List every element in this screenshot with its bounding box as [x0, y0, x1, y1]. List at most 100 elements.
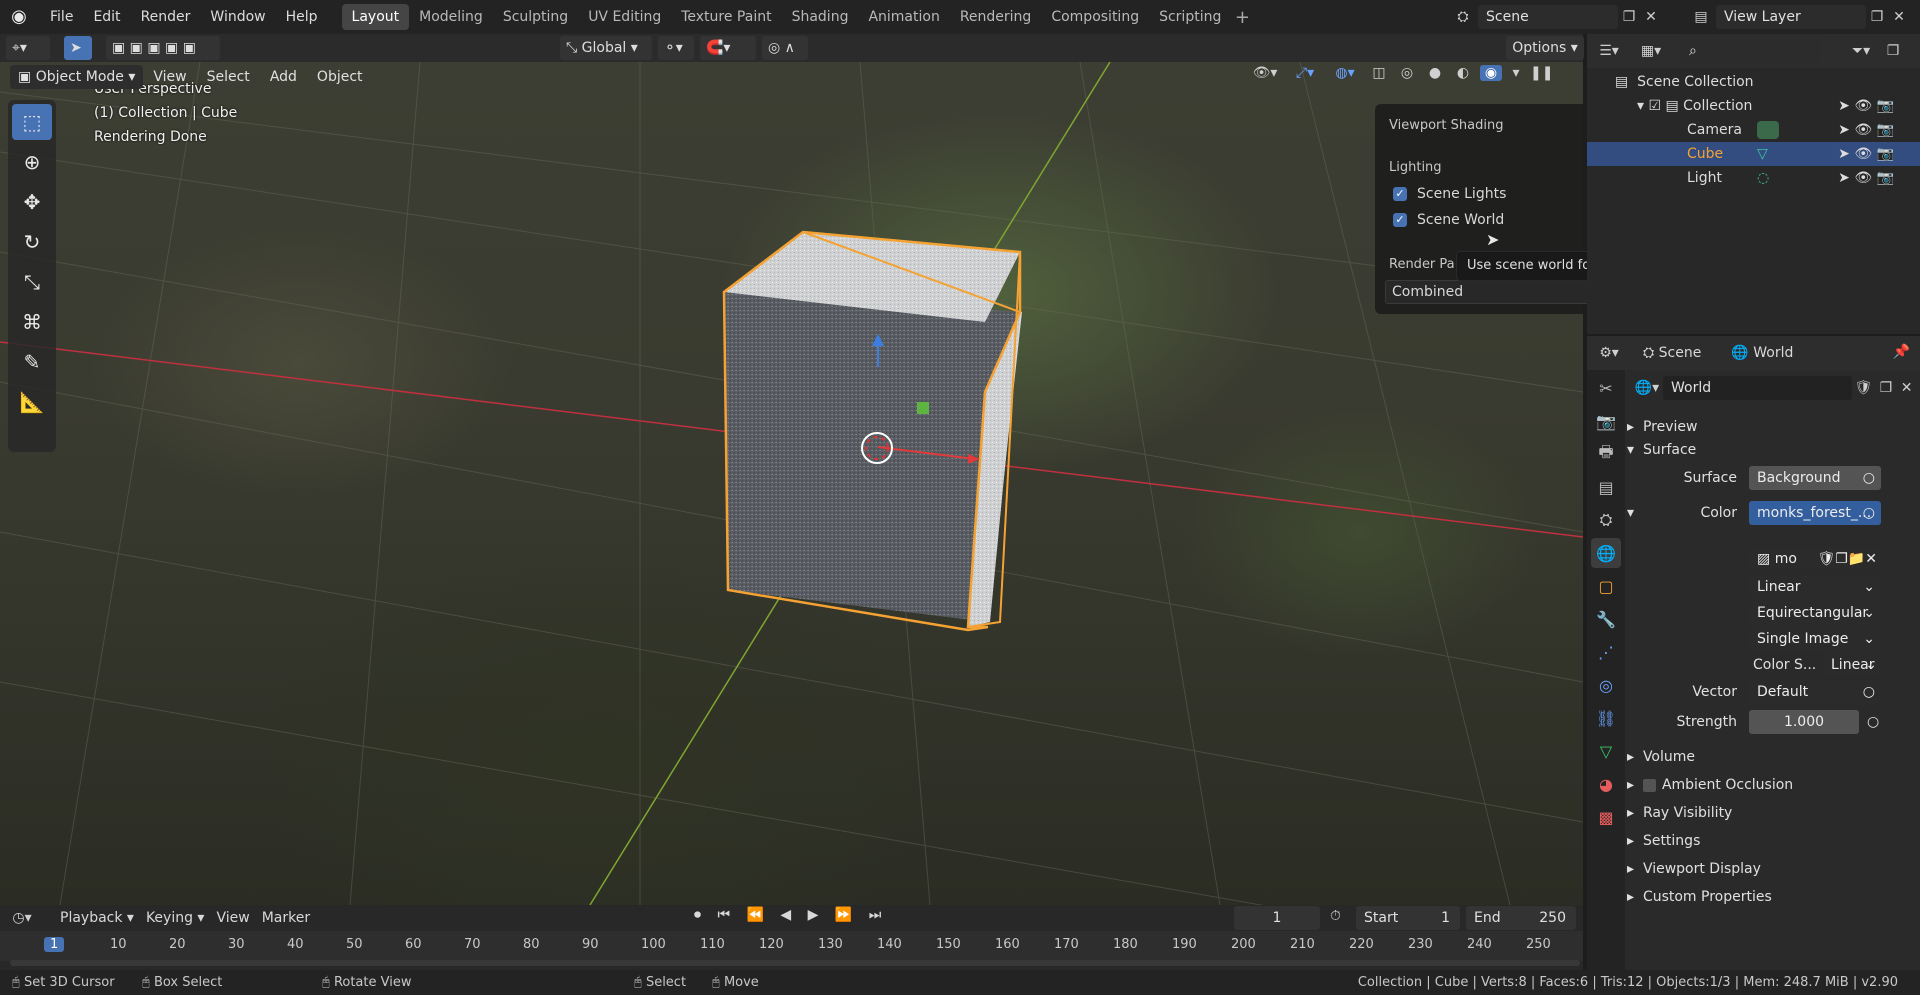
viewport-menu-add[interactable]: Add	[260, 69, 307, 85]
outliner-item-light[interactable]: Light ◌ ➤ 👁 📷	[1587, 166, 1920, 190]
blender-logo-icon[interactable]: ◉	[8, 6, 30, 28]
image-datablock-field[interactable]: ▨ mo 🛡❐📁✕	[1749, 547, 1881, 571]
strength-field[interactable]: 1.000	[1749, 710, 1859, 734]
physics-tab-icon[interactable]: ◎	[1591, 670, 1621, 700]
tab-animation[interactable]: Animation	[858, 4, 949, 30]
scene-icon[interactable]: ⛭	[1448, 9, 1478, 25]
tool-tab-icon[interactable]: ✂	[1591, 373, 1621, 403]
move-tool-icon[interactable]: ✥	[12, 184, 52, 220]
transform-orientation-select[interactable]: ⤡ Global ▾	[560, 36, 652, 60]
selection-mode-icons[interactable]: ▣ ▣ ▣ ▣ ▣	[106, 36, 220, 60]
add-workspace-icon[interactable]: +	[1231, 7, 1253, 28]
gizmo-plane-handle[interactable]	[917, 402, 929, 414]
playback-controls[interactable]: ⏺ ⏮ ⏪ ◀ ▶ ⏩ ⏭	[694, 907, 887, 923]
pause-render-icon[interactable]: ❚❚	[1530, 65, 1553, 81]
start-frame-field[interactable]: Start 1	[1356, 906, 1460, 930]
outliner-scene-collection[interactable]: ▤ Scene Collection	[1587, 70, 1920, 94]
breadcrumb-world[interactable]: 🌐 World	[1731, 345, 1793, 361]
measure-tool-icon[interactable]: 📐	[12, 384, 52, 420]
world-name-field[interactable]: World	[1662, 376, 1853, 400]
current-frame-field[interactable]: 1	[1234, 906, 1320, 930]
scene-name-field[interactable]: Scene	[1478, 5, 1618, 29]
select-tool-icon[interactable]: ➤	[64, 36, 92, 60]
restrict-icons[interactable]: ➤ 👁 📷	[1838, 142, 1894, 166]
new-scene-icon[interactable]: ❐	[1618, 9, 1640, 25]
object-tab-icon[interactable]: ▢	[1591, 571, 1621, 601]
timeline-scrollbar[interactable]	[10, 960, 1580, 966]
view-layer-icon[interactable]: ▤	[1686, 9, 1716, 25]
filter-icon[interactable]: ⏷▾	[1841, 43, 1881, 59]
view-layer-field[interactable]: View Layer	[1716, 5, 1866, 29]
world-browse-icon[interactable]: 🌐▾	[1631, 380, 1663, 396]
properties-editor-icon[interactable]: ⚙▾	[1587, 345, 1631, 361]
output-tab-icon[interactable]: 🖶	[1591, 439, 1621, 469]
scene-tab-icon[interactable]: ⛭	[1591, 505, 1621, 535]
tab-rendering[interactable]: Rendering	[950, 4, 1042, 30]
panel-custom-properties[interactable]: ▸ Custom Properties	[1627, 884, 1917, 910]
expand-icon[interactable]: ▾	[1627, 500, 1634, 526]
tab-shading[interactable]: Shading	[782, 4, 859, 30]
tab-modeling[interactable]: Modeling	[409, 4, 493, 30]
snap-icon[interactable]: 🧲▾	[700, 36, 756, 60]
menu-window[interactable]: Window	[200, 0, 275, 34]
ao-checkbox[interactable]	[1642, 778, 1656, 792]
node-socket-icon[interactable]: ○	[1867, 709, 1879, 735]
world-tab-icon[interactable]: 🌐	[1591, 538, 1621, 568]
outliner-item-collection[interactable]: ▾ ☑ ▤ Collection ➤ 👁 📷	[1587, 94, 1920, 118]
interpolation-select[interactable]: Linear ⌄	[1749, 575, 1881, 599]
outliner-editor-icon[interactable]: ☰▾	[1587, 43, 1631, 59]
tab-sculpting[interactable]: Sculpting	[493, 4, 578, 30]
duplicate-icon[interactable]: ❐	[1875, 380, 1898, 396]
tab-scripting[interactable]: Scripting	[1149, 4, 1231, 30]
end-frame-field[interactable]: End 250	[1466, 906, 1576, 930]
panel-settings[interactable]: ▸ Settings	[1627, 828, 1917, 854]
surface-shader-field[interactable]: Background ○	[1749, 466, 1881, 490]
timeline-view-menu[interactable]: View	[216, 910, 249, 926]
unlink-icon[interactable]: ✕	[1897, 380, 1916, 396]
outliner-item-cube[interactable]: Cube ▽ ➤ 👁 📷	[1587, 142, 1920, 166]
restrict-icons[interactable]: ➤ 👁 📷	[1838, 118, 1894, 142]
panel-viewport-display[interactable]: ▸ Viewport Display	[1627, 856, 1917, 882]
rendered-shading-icon[interactable]: ◉	[1480, 65, 1502, 81]
vector-field[interactable]: Default ○	[1749, 680, 1881, 704]
restrict-icons[interactable]: ➤ 👁 📷	[1838, 166, 1894, 190]
visibility-icon[interactable]: 👁▾	[1248, 65, 1282, 81]
material-shading-icon[interactable]: ◐	[1452, 65, 1474, 81]
object-mode-select[interactable]: ▣ Object Mode ▾	[10, 65, 144, 89]
wireframe-shading-icon[interactable]: ◎	[1396, 65, 1418, 81]
viewport-menu-view[interactable]: View	[143, 69, 196, 85]
color-texture-field[interactable]: monks_forest_... ○	[1749, 501, 1881, 525]
tab-uv-editing[interactable]: UV Editing	[578, 4, 671, 30]
timeline-editor-icon[interactable]: ◷▾	[0, 910, 44, 926]
playback-menu[interactable]: Playback ▾	[60, 910, 134, 926]
options-dropdown[interactable]: Options ▾	[1506, 36, 1584, 60]
proportional-edit-icon[interactable]: ◎ ∧	[762, 36, 808, 60]
rotate-tool-icon[interactable]: ↻	[12, 224, 52, 260]
pin-icon[interactable]: 📌	[1893, 344, 1910, 360]
solid-shading-icon[interactable]: ●	[1424, 65, 1446, 81]
transform-tool-icon[interactable]: ⌘	[12, 304, 52, 340]
scene-world-checkbox[interactable]: ✓ Scene World	[1393, 212, 1504, 228]
particles-tab-icon[interactable]: ⋰	[1591, 637, 1621, 667]
menu-edit[interactable]: Edit	[83, 0, 130, 34]
source-select[interactable]: Single Image ⌄	[1749, 627, 1881, 651]
fake-user-icon[interactable]: 🛡	[1852, 380, 1875, 396]
tab-texture-paint[interactable]: Texture Paint	[671, 4, 781, 30]
panel-surface[interactable]: ▾ Surface	[1627, 437, 1917, 463]
pivot-point-icon[interactable]: ⚬▾	[658, 36, 694, 60]
editor-type-icon[interactable]: ⌖▾	[6, 36, 50, 60]
display-mode-icon[interactable]: ▦▾	[1631, 43, 1671, 59]
texture-tab-icon[interactable]: ▩	[1591, 802, 1621, 832]
marker-menu[interactable]: Marker	[262, 910, 310, 926]
outliner-search-input[interactable]: ⌕	[1681, 39, 1821, 63]
menu-render[interactable]: Render	[131, 0, 201, 34]
select-box-tool-icon[interactable]: ⬚	[12, 104, 52, 140]
menu-help[interactable]: Help	[276, 0, 328, 34]
new-view-layer-icon[interactable]: ❐	[1866, 9, 1888, 25]
colorspace-select[interactable]: Linear ⌄	[1823, 653, 1881, 677]
stopwatch-icon[interactable]: ⏱	[1330, 908, 1341, 924]
scale-tool-icon[interactable]: ⤡	[12, 264, 52, 300]
delete-scene-icon[interactable]: ✕	[1640, 9, 1662, 25]
panel-ray-visibility[interactable]: ▸ Ray Visibility	[1627, 800, 1917, 826]
projection-select[interactable]: Equirectangular ⌄	[1749, 601, 1881, 625]
